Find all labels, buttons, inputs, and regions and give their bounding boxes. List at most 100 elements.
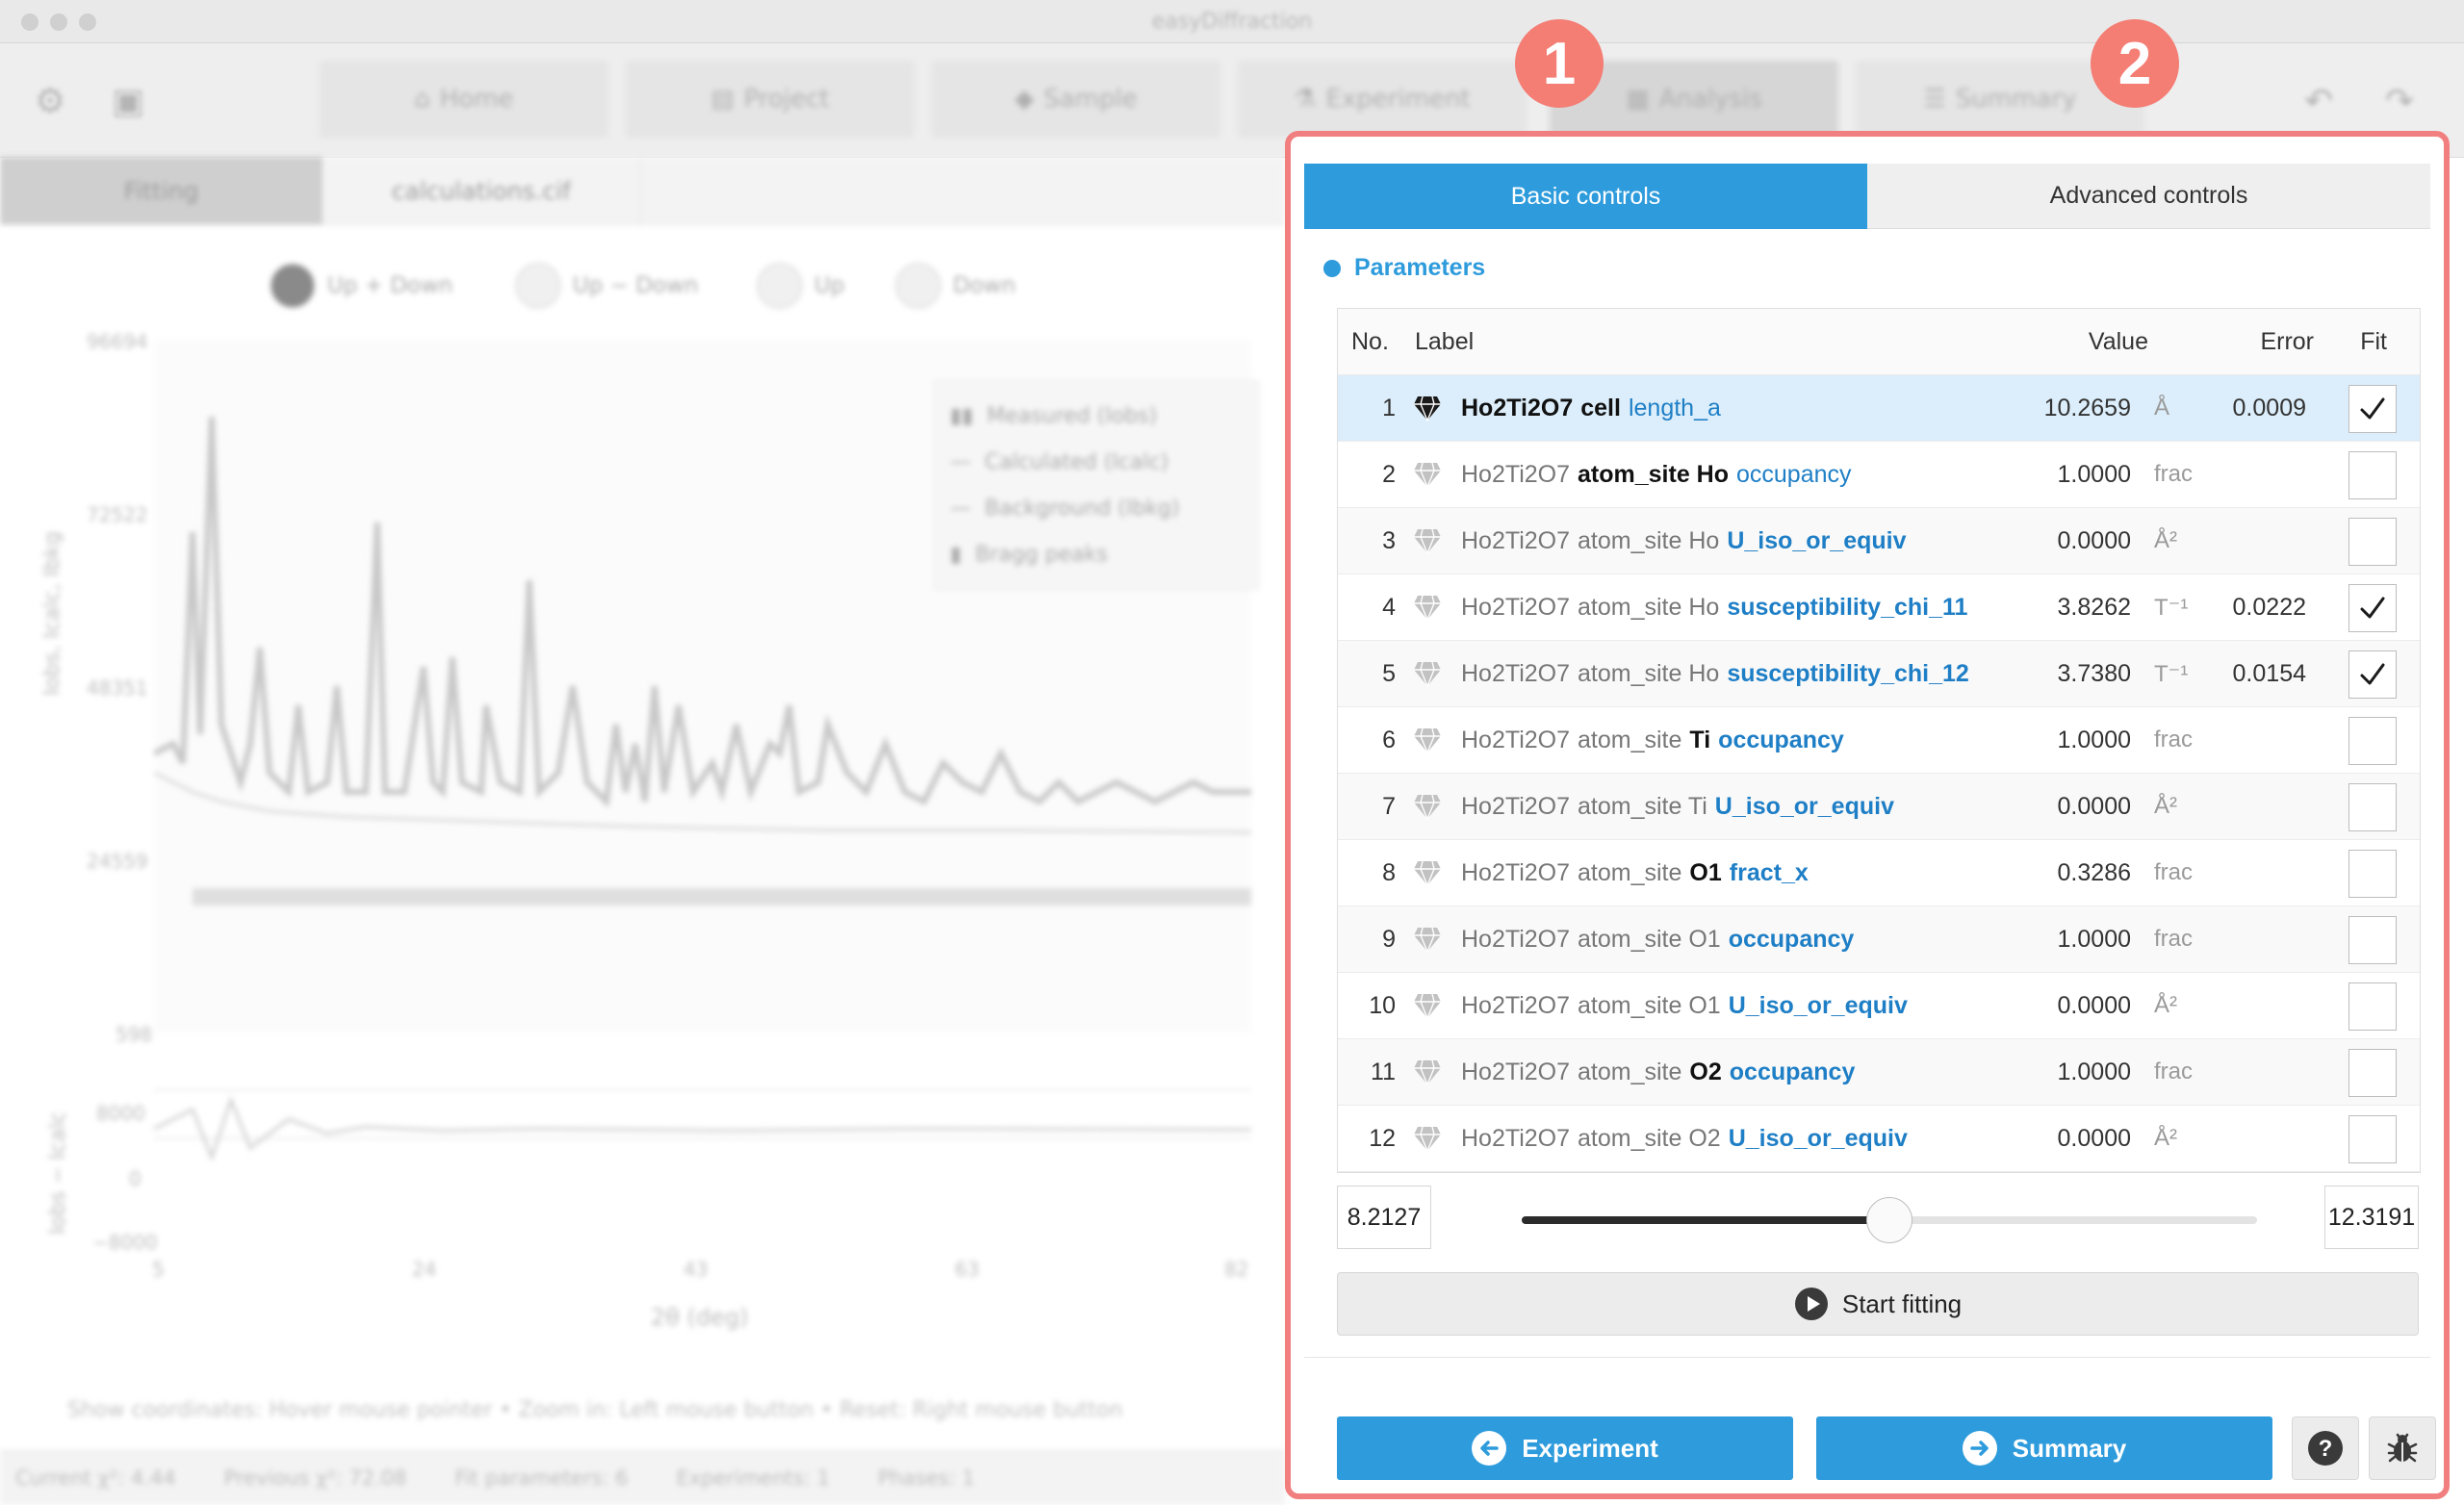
help-button[interactable]: ? xyxy=(2292,1416,2359,1480)
parameter-row[interactable]: 11 Ho2Ti2O7 atom_site O2 occupancy 1.0000 frac xyxy=(1338,1039,2420,1106)
parameter-row[interactable]: 3 Ho2Ti2O7 atom_site Ho U_iso_or_equiv 0.000… xyxy=(1338,508,2420,574)
parameter-value[interactable]: 0.0000 xyxy=(2058,1106,2131,1171)
parameter-row[interactable]: 5 Ho2Ti2O7 atom_site Ho susceptibility_chi_… xyxy=(1338,641,2420,707)
parameter-value[interactable]: 3.7380 xyxy=(2058,641,2131,706)
legend-measured: ▮▮ Measured (Iobs) xyxy=(950,403,1158,428)
radio-up-minus-down[interactable]: Up − Down xyxy=(515,263,699,309)
arrow-right-icon xyxy=(1962,1431,1997,1466)
gear-icon[interactable]: ⚙ xyxy=(35,82,65,121)
tab-project[interactable]: ▤ Project xyxy=(626,61,914,138)
undo-icon[interactable]: ↶ xyxy=(2304,82,2333,121)
parameter-row[interactable]: 12 Ho2Ti2O7 atom_site O2 U_iso_or_equiv 0.00… xyxy=(1338,1106,2420,1172)
gem-icon: ◆ xyxy=(1014,85,1035,114)
parameter-name: U_iso_or_equiv xyxy=(1728,1124,1908,1152)
phase-name: Ho2Ti2O7 xyxy=(1461,858,1571,886)
parameter-value[interactable]: 1.0000 xyxy=(2058,707,2131,773)
summary-nav-button[interactable]: Summary xyxy=(1816,1416,2272,1480)
title-bar: easyDiffraction xyxy=(0,0,2464,43)
tab-home[interactable]: ⌂ Home xyxy=(320,61,608,138)
parameter-row[interactable]: 7 Ho2Ti2O7 atom_site Ti U_iso_or_equiv 0.000… xyxy=(1338,774,2420,840)
checkmark-icon xyxy=(2360,397,2385,420)
value-slider-track[interactable] xyxy=(1522,1197,2257,1243)
row-number: 4 xyxy=(1382,593,1396,621)
parameter-block: atom_site O1 xyxy=(1578,925,1721,953)
parameter-block: atom_site Ho xyxy=(1578,526,1720,554)
row-number: 11 xyxy=(1371,1058,1396,1085)
parameter-value[interactable]: 1.0000 xyxy=(2058,1039,2131,1105)
subtab-calculations-cif[interactable]: calculations.cif xyxy=(322,157,641,224)
parameter-block: atom_site xyxy=(1578,858,1682,886)
bug-icon xyxy=(2387,1433,2418,1463)
fit-checkbox[interactable] xyxy=(2348,1049,2397,1097)
phase-name: Ho2Ti2O7 xyxy=(1461,792,1571,820)
parameter-block: atom_site Ho xyxy=(1578,593,1720,621)
fit-checkbox[interactable] xyxy=(2348,982,2397,1031)
gem-icon xyxy=(1414,661,1441,687)
parameter-label: Ho2Ti2O7 atom_site O2 occupancy xyxy=(1461,1039,1855,1105)
radio-down[interactable]: Down xyxy=(895,263,1015,309)
fit-checkbox[interactable] xyxy=(2348,916,2397,964)
parameter-name: fract_x xyxy=(1729,858,1809,886)
subtab-fitting[interactable]: Fitting xyxy=(0,157,322,224)
fit-checkbox[interactable] xyxy=(2348,783,2397,831)
gem-icon xyxy=(1414,595,1441,621)
row-number: 12 xyxy=(1369,1124,1396,1152)
row-number: 6 xyxy=(1382,726,1396,753)
fit-checkbox[interactable] xyxy=(2348,650,2397,699)
slider-max-field[interactable]: 12.3191 xyxy=(2324,1186,2419,1249)
radio-up-plus-down[interactable]: Up + Down xyxy=(270,263,453,309)
parameter-value[interactable]: 10.2659 xyxy=(2044,375,2131,441)
tab-sample[interactable]: ◆ Sample xyxy=(932,61,1220,138)
parameter-row[interactable]: 10 Ho2Ti2O7 atom_site O1 U_iso_or_equiv 0.00… xyxy=(1338,973,2420,1039)
parameter-unit: Å² xyxy=(2154,1125,2177,1151)
y-axis-label: Iobs, Icalc, Ibkg xyxy=(40,531,64,696)
fit-checkbox[interactable] xyxy=(2348,850,2397,898)
phase-name: Ho2Ti2O7 xyxy=(1461,1058,1571,1085)
phase-name: Ho2Ti2O7 xyxy=(1461,1124,1571,1152)
bug-report-button[interactable] xyxy=(2369,1416,2436,1480)
y-tick-label: 72522 xyxy=(87,503,148,526)
bullet-icon xyxy=(1323,259,1341,277)
parameter-unit: frac xyxy=(2154,926,2194,952)
parameter-unit: Å² xyxy=(2154,992,2177,1018)
phase-name: Ho2Ti2O7 xyxy=(1461,460,1571,488)
fit-checkbox[interactable] xyxy=(2348,385,2397,433)
parameter-row[interactable]: 6 Ho2Ti2O7 atom_site Ti occupancy 1.0000 frac xyxy=(1338,707,2420,774)
redo-icon[interactable]: ↷ xyxy=(2385,82,2414,121)
parameter-row[interactable]: 9 Ho2Ti2O7 atom_site O1 occupancy 1.0000 frac xyxy=(1338,906,2420,973)
save-icon[interactable]: ▣ xyxy=(112,82,144,121)
parameter-row[interactable]: 4 Ho2Ti2O7 atom_site Ho susceptibility_chi_… xyxy=(1338,574,2420,641)
parameter-row[interactable]: 2 Ho2Ti2O7 atom_site Ho occupancy 1.0000 frac xyxy=(1338,442,2420,508)
table-body: 1 Ho2Ti2O7 cell length_a 10.2659 Å 0.0009 2 Ho2T… xyxy=(1338,375,2420,1172)
parameter-value[interactable]: 0.0000 xyxy=(2058,508,2131,574)
parameter-unit: Å xyxy=(2154,395,2170,421)
phase-name: Ho2Ti2O7 xyxy=(1461,991,1571,1019)
parameter-value[interactable]: 3.8262 xyxy=(2058,574,2131,640)
radio-up[interactable]: Up xyxy=(757,263,844,309)
parameter-value[interactable]: 0.3286 xyxy=(2058,840,2131,906)
parameter-value[interactable]: 0.0000 xyxy=(2058,973,2131,1038)
fit-checkbox[interactable] xyxy=(2348,584,2397,632)
parameter-label: Ho2Ti2O7 atom_site Ti occupancy xyxy=(1461,707,1844,773)
slider-min-field[interactable]: 8.2127 xyxy=(1337,1186,1431,1249)
parameter-row[interactable]: 8 Ho2Ti2O7 atom_site O1 fract_x 0.3286 frac xyxy=(1338,840,2420,906)
parameter-value[interactable]: 1.0000 xyxy=(2058,906,2131,972)
bragg-peaks-band xyxy=(192,888,1251,906)
fit-checkbox[interactable] xyxy=(2348,451,2397,499)
fit-checkbox[interactable] xyxy=(2348,518,2397,566)
experiment-nav-button[interactable]: Experiment xyxy=(1337,1416,1793,1480)
slider-fill xyxy=(1522,1216,1889,1224)
fit-checkbox[interactable] xyxy=(2348,1115,2397,1163)
tab-basic-controls[interactable]: Basic controls xyxy=(1304,164,1867,229)
diff-y-tick-label: 8000 xyxy=(96,1102,145,1125)
parameter-row[interactable]: 1 Ho2Ti2O7 cell length_a 10.2659 Å 0.0009 xyxy=(1338,375,2420,442)
y-tick-label: 96694 xyxy=(87,330,148,353)
fit-checkbox[interactable] xyxy=(2348,717,2397,765)
tab-advanced-controls[interactable]: Advanced controls xyxy=(1867,164,2430,229)
tab-experiment[interactable]: ⚗ Experiment xyxy=(1238,61,1527,138)
slider-thumb[interactable] xyxy=(1866,1197,1912,1243)
start-fitting-button[interactable]: Start fitting xyxy=(1337,1272,2419,1336)
parameter-value[interactable]: 0.0000 xyxy=(2058,774,2131,839)
parameter-value[interactable]: 1.0000 xyxy=(2058,442,2131,507)
home-icon: ⌂ xyxy=(414,85,430,114)
